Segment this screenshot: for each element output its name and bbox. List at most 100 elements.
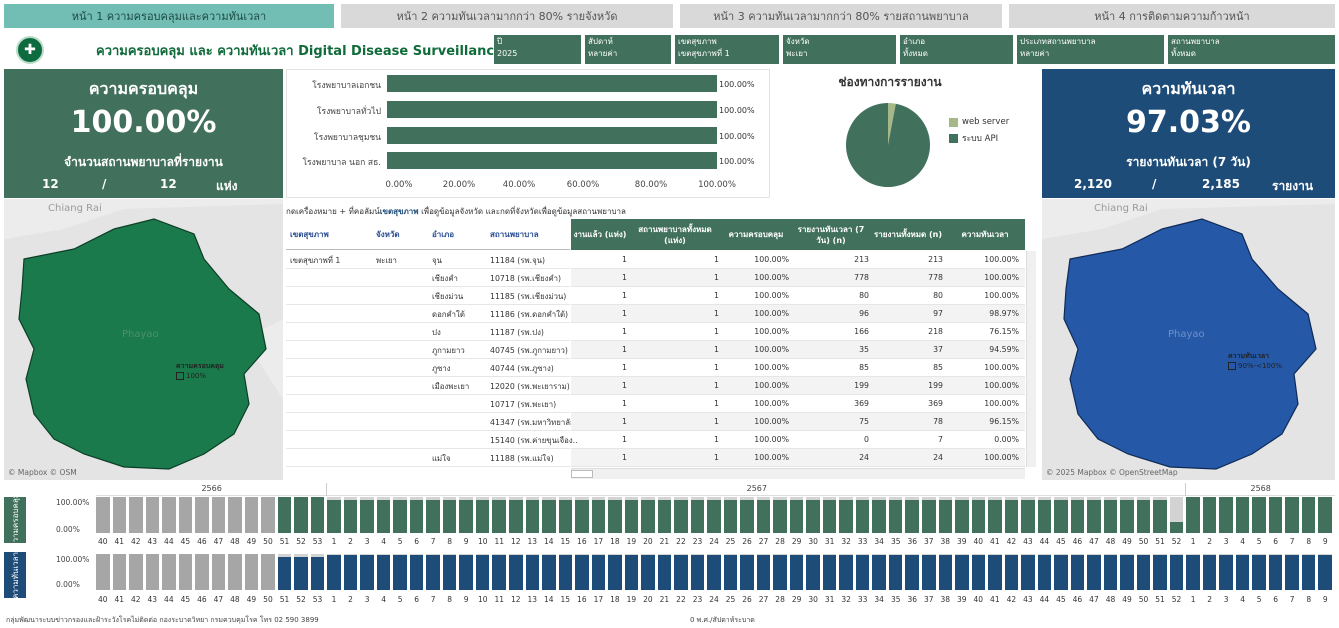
- week-bar[interactable]: [360, 499, 374, 533]
- filter-facility[interactable]: สถานพยาบาล ทั้งหมด: [1168, 35, 1335, 64]
- week-bar[interactable]: [1301, 497, 1316, 533]
- week-bar[interactable]: [1087, 499, 1101, 533]
- week-bar[interactable]: [327, 555, 341, 590]
- week-bar[interactable]: [145, 554, 160, 590]
- week-bar[interactable]: [1318, 497, 1332, 533]
- week-bar[interactable]: [872, 555, 886, 590]
- week-bar[interactable]: [690, 555, 705, 590]
- week-bar[interactable]: [96, 554, 110, 590]
- week-bar[interactable]: [1301, 555, 1316, 590]
- week-bar[interactable]: [888, 555, 903, 590]
- week-bar[interactable]: [558, 499, 573, 533]
- week-bar[interactable]: [525, 499, 540, 533]
- table-row[interactable]: 15140 (รพ.ค่ายขุนเจือง..: [286, 431, 578, 449]
- week-bar[interactable]: [178, 554, 193, 590]
- week-bar[interactable]: [1087, 555, 1101, 590]
- week-bar[interactable]: [1103, 555, 1118, 590]
- scrollbar-thumb[interactable]: [571, 470, 593, 478]
- table-row[interactable]: 1 1 100.00% 0 7 0.00%: [571, 431, 1025, 449]
- week-bar[interactable]: [922, 499, 936, 533]
- table-horizontal-scrollbar[interactable]: [571, 468, 1025, 479]
- table-row[interactable]: 1 1 100.00% 80 80 100.00%: [571, 287, 1025, 305]
- week-bar[interactable]: [542, 555, 556, 590]
- week-bar[interactable]: [822, 499, 837, 533]
- col-header-province[interactable]: จังหวัด: [376, 229, 400, 240]
- week-bar[interactable]: [1054, 555, 1068, 590]
- table-row[interactable]: 1 1 100.00% 166 218 76.15%: [571, 323, 1025, 341]
- week-bar[interactable]: [277, 497, 292, 533]
- bar[interactable]: [387, 101, 717, 118]
- week-bar[interactable]: [690, 499, 705, 533]
- week-bar[interactable]: [1318, 555, 1332, 590]
- week-bar[interactable]: [244, 554, 259, 590]
- week-bar[interactable]: [211, 497, 226, 533]
- week-bar[interactable]: [591, 555, 606, 590]
- week-bar[interactable]: [905, 555, 919, 590]
- week-bar[interactable]: [707, 499, 721, 533]
- week-bar[interactable]: [129, 497, 143, 533]
- table-row[interactable]: 1 1 100.00% 24 24 100.00%: [571, 449, 1025, 467]
- week-bar[interactable]: [971, 499, 986, 533]
- week-bar[interactable]: [855, 555, 870, 590]
- week-bar[interactable]: [1153, 499, 1167, 533]
- week-bar[interactable]: [888, 499, 903, 533]
- filter-district[interactable]: อำเภอ ทั้งหมด: [900, 35, 1013, 64]
- week-bar[interactable]: [442, 555, 457, 590]
- table-vertical-scrollbar[interactable]: [1026, 251, 1036, 467]
- week-bar[interactable]: [129, 554, 143, 590]
- week-bar[interactable]: [228, 497, 242, 533]
- week-bar[interactable]: [1070, 555, 1085, 590]
- table-row[interactable]: เขตสุขภาพที่ 1 พะเยา จุน 11184 (รพ.จุน): [286, 251, 570, 269]
- week-bar[interactable]: [806, 555, 820, 590]
- week-bar[interactable]: [261, 554, 275, 590]
- week-bar[interactable]: [1037, 555, 1052, 590]
- table-row[interactable]: 1 1 100.00% 213 213 100.00%: [571, 251, 1025, 269]
- week-bar[interactable]: [376, 499, 391, 533]
- week-bar[interactable]: [938, 499, 953, 533]
- week-bar[interactable]: [641, 499, 655, 533]
- table-row[interactable]: ปง 11187 (รพ.ปง): [286, 323, 570, 341]
- table-row[interactable]: 1 1 100.00% 778 778 100.00%: [571, 269, 1025, 287]
- week-bar[interactable]: [558, 555, 573, 590]
- week-bar[interactable]: [475, 499, 490, 533]
- table-row[interactable]: แม่ใจ 11188 (รพ.แม่ใจ): [286, 449, 570, 467]
- week-bar[interactable]: [112, 554, 127, 590]
- col-header-total-reports[interactable]: รายงานทั้งหมด (n): [871, 229, 945, 240]
- week-bar[interactable]: [475, 555, 490, 590]
- week-bar[interactable]: [988, 499, 1002, 533]
- tab-page-4[interactable]: หน้า 4 การติดตามความก้าวหน้า: [1009, 4, 1335, 28]
- week-bar[interactable]: [922, 555, 936, 590]
- week-bar[interactable]: [1268, 497, 1283, 533]
- week-bar[interactable]: [393, 499, 407, 533]
- bar[interactable]: [387, 75, 717, 92]
- week-bar[interactable]: [575, 555, 589, 590]
- week-bar[interactable]: [1285, 497, 1299, 533]
- week-bar[interactable]: [1219, 555, 1233, 590]
- week-bar[interactable]: [674, 555, 688, 590]
- col-header-ontime[interactable]: รายงานทันเวลา (7 วัน) (n): [791, 224, 871, 246]
- week-bar[interactable]: [509, 555, 523, 590]
- week-bar[interactable]: [1235, 497, 1250, 533]
- week-bar[interactable]: [261, 497, 275, 533]
- tab-page-2[interactable]: หน้า 2 ความทันเวลามากกว่า 80% รายจังหวัด: [341, 4, 673, 28]
- filter-facility-type[interactable]: ประเภทสถานพยาบาล หลายค่า: [1017, 35, 1164, 64]
- week-bar[interactable]: [1136, 555, 1151, 590]
- week-bar[interactable]: [1120, 555, 1134, 590]
- col-header-timeliness[interactable]: ความทันเวลา: [945, 229, 1025, 240]
- week-bar[interactable]: [294, 556, 308, 590]
- week-bar[interactable]: [773, 555, 787, 590]
- col-header-coverage[interactable]: ความครอบคลุม: [721, 229, 791, 240]
- table-row[interactable]: ดอกคำใต้ 11186 (รพ.ดอกคำใต้): [286, 305, 570, 323]
- week-bar[interactable]: [938, 555, 953, 590]
- week-bar[interactable]: [839, 499, 853, 533]
- week-bar[interactable]: [905, 499, 919, 533]
- col-header-facility[interactable]: สถานพยาบาล: [490, 229, 539, 240]
- week-bar[interactable]: [657, 499, 672, 533]
- week-bar[interactable]: [1202, 497, 1217, 533]
- week-bar[interactable]: [1021, 499, 1035, 533]
- tab-page-1[interactable]: หน้า 1 ความครอบคลุมและความทันเวลา: [4, 4, 334, 28]
- week-bar[interactable]: [509, 499, 523, 533]
- week-bar[interactable]: [789, 555, 804, 590]
- bar[interactable]: [387, 152, 717, 169]
- table-row[interactable]: 1 1 100.00% 96 97 98.97%: [571, 305, 1025, 323]
